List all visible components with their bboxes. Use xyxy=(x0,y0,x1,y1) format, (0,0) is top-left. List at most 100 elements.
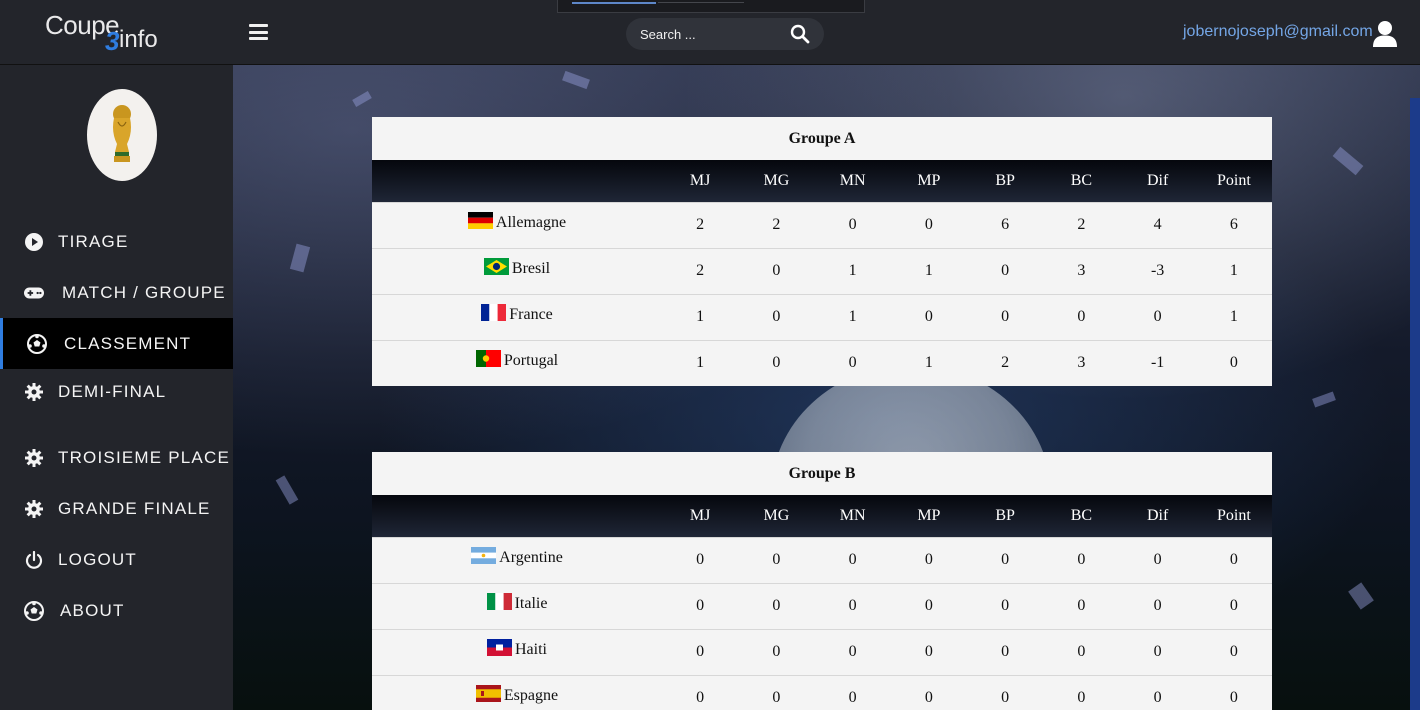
stat-cell: 3 xyxy=(1077,354,1086,372)
stat-cell: 0 xyxy=(1153,689,1162,707)
stat-cell: 4 xyxy=(1153,216,1162,233)
column-header-team xyxy=(372,160,662,202)
stat-cell: 0 xyxy=(1077,597,1086,614)
active-tab-indicator xyxy=(572,2,656,4)
team-name: Allemagne xyxy=(495,213,567,231)
sidebar-item-label: GRANDE FINALE xyxy=(58,498,211,518)
top-header: Coupe 3 info jobernojoseph@gmail.com xyxy=(0,0,1420,65)
stat-cell: 1 xyxy=(1229,262,1238,279)
stat-cell: 0 xyxy=(1001,689,1010,707)
stat-cell: 2 xyxy=(772,216,781,233)
stat-cell: 0 xyxy=(1077,551,1086,568)
stat-cell: 0 xyxy=(696,689,705,707)
stat-cell: 0 xyxy=(1153,308,1162,325)
column-header-point: Point xyxy=(1216,506,1251,524)
table-row: Haiti 0 0 0 0 0 0 0 0 xyxy=(372,629,1272,675)
stat-cell: 1 xyxy=(924,354,933,372)
column-header-mp: MP xyxy=(917,171,941,189)
stat-cell: 0 xyxy=(1001,597,1010,614)
stat-cell: 6 xyxy=(1001,216,1010,233)
stat-cell: 0 xyxy=(696,597,705,614)
stat-cell: 0 xyxy=(1229,643,1238,660)
team-name: Bresil xyxy=(511,259,551,277)
germany-flag-icon xyxy=(467,211,493,229)
user-icon[interactable] xyxy=(1372,20,1398,48)
stat-cell: 0 xyxy=(924,216,933,233)
search-icon[interactable] xyxy=(790,24,810,44)
sidebar-item-tirage[interactable]: TIRAGE xyxy=(0,216,233,267)
stat-cell: 0 xyxy=(1153,551,1162,568)
team-name: Italie xyxy=(514,594,548,612)
stat-cell: 6 xyxy=(1229,216,1238,233)
stat-cell: 0 xyxy=(1077,643,1086,660)
argentina-flag-icon xyxy=(471,546,497,564)
user-email-link[interactable]: jobernojoseph@gmail.com xyxy=(1183,23,1373,41)
sidebar-item-match-groupe[interactable]: MATCH / GROUPE xyxy=(0,267,233,318)
team-name: Haiti xyxy=(515,640,547,658)
table-row: France 1 0 1 0 0 0 0 1 xyxy=(372,294,1272,340)
gamepad-icon xyxy=(24,283,44,303)
standings-table: MJ MG MN MP BP BC Dif Point Argentine 0 … xyxy=(372,495,1272,710)
app-logo[interactable]: Coupe 3 info xyxy=(45,10,170,56)
team-name: France xyxy=(509,305,553,323)
soccer-ball-icon xyxy=(27,333,47,354)
power-icon xyxy=(24,550,44,570)
team-name: Portugal xyxy=(503,351,559,369)
browser-tab-strip xyxy=(557,0,865,13)
table-header-row: MJ MG MN MP BP BC Dif Point xyxy=(372,160,1272,202)
team-name: Argentine xyxy=(499,548,563,566)
stat-cell: 0 xyxy=(924,308,933,325)
sidebar-item-label: LOGOUT xyxy=(58,549,137,569)
menu-toggle-icon[interactable] xyxy=(249,24,268,40)
column-header-mn: MN xyxy=(839,171,866,189)
sidebar-item-classement[interactable]: CLASSEMENT xyxy=(0,318,233,369)
haiti-flag-icon xyxy=(487,638,512,656)
column-header-team xyxy=(372,495,662,537)
stat-cell: 1 xyxy=(696,308,705,325)
column-header-dif: Dif xyxy=(1146,171,1169,189)
stat-cell: 1 xyxy=(696,354,705,372)
sidebar-item-label: MATCH / GROUPE xyxy=(62,282,226,302)
sidebar-item-troisieme-place[interactable]: TROISIEME PLACE xyxy=(0,432,233,483)
sidebar-item-about[interactable]: ABOUT xyxy=(0,585,233,636)
trophy-icon xyxy=(113,105,131,162)
table-header-row: MJ MG MN MP BP BC Dif Point xyxy=(372,495,1272,537)
column-header-bp: BP xyxy=(995,506,1015,524)
table-row: Italie 0 0 0 0 0 0 0 0 xyxy=(372,583,1272,629)
sidebar-item-label: TIRAGE xyxy=(58,231,129,251)
stat-cell: -3 xyxy=(1150,262,1165,279)
stat-cell: 2 xyxy=(1077,216,1086,233)
sidebar-item-label: CLASSEMENT xyxy=(64,333,192,353)
stat-cell: 0 xyxy=(1077,308,1086,325)
stat-cell: 2 xyxy=(696,216,705,233)
sidebar-item-label: DEMI-FINAL xyxy=(58,382,167,401)
background-confetti xyxy=(1332,146,1364,176)
table-row: Portugal 1 0 0 1 2 3 -1 0 xyxy=(372,340,1272,386)
sidebar-item-logout[interactable]: LOGOUT xyxy=(0,534,233,585)
sidebar-item-grande-finale[interactable]: GRANDE FINALE xyxy=(0,483,233,534)
search-input[interactable] xyxy=(640,25,780,43)
stat-cell: 3 xyxy=(1077,262,1086,279)
background-confetti xyxy=(289,243,311,273)
team-name: Espagne xyxy=(503,686,559,704)
trophy-avatar xyxy=(87,89,157,181)
table-row: Espagne 0 0 0 0 0 0 0 0 xyxy=(372,675,1272,710)
stat-cell: 0 xyxy=(924,689,933,707)
column-header-mn: MN xyxy=(839,506,866,524)
stat-cell: 0 xyxy=(1153,597,1162,614)
stat-cell: 0 xyxy=(848,216,857,233)
column-header-bc: BC xyxy=(1070,506,1093,524)
stat-cell: 0 xyxy=(696,551,705,568)
background-confetti xyxy=(275,475,299,505)
stat-cell: 0 xyxy=(848,551,857,568)
background-confetti xyxy=(1312,391,1336,408)
scroll-edge-bar xyxy=(1410,98,1420,710)
brazil-flag-icon xyxy=(483,257,509,275)
stat-cell: 0 xyxy=(772,262,781,279)
sidebar-item-label: ABOUT xyxy=(60,600,125,620)
logo-text-number: 3 xyxy=(105,26,120,56)
stat-cell: 0 xyxy=(1229,597,1238,614)
sidebar-item-demi-final[interactable]: DEMI-FINAL xyxy=(0,369,233,420)
search-bar xyxy=(626,18,824,50)
stat-cell: 0 xyxy=(772,643,781,660)
